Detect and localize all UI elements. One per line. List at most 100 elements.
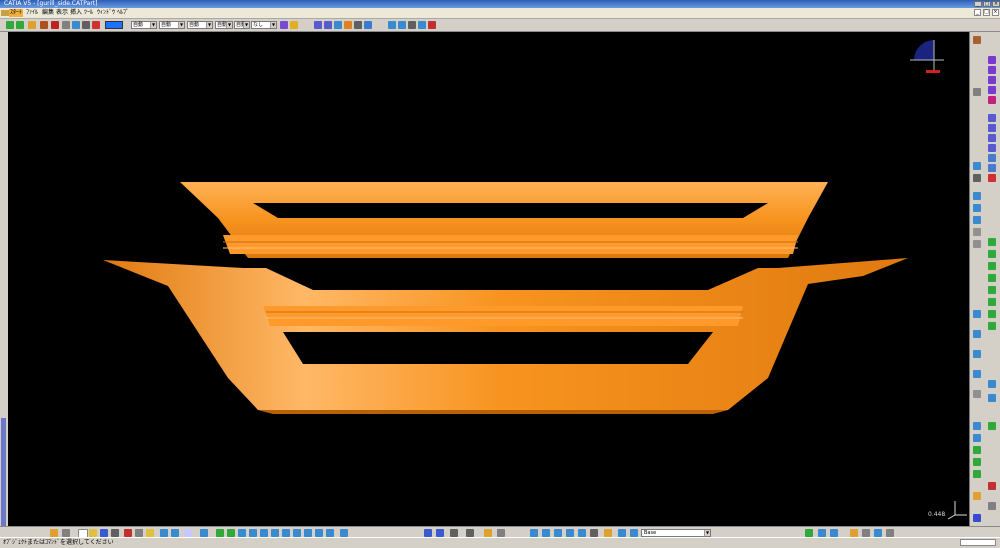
menu-view[interactable]: 表示 <box>55 9 69 17</box>
reference-icon[interactable] <box>973 434 981 442</box>
arrow-icon[interactable] <box>92 21 100 29</box>
image-icon[interactable] <box>874 529 882 537</box>
knowledge-icon[interactable] <box>973 492 981 500</box>
view-icon[interactable] <box>418 21 426 29</box>
draft-analysis-icon[interactable] <box>973 470 981 478</box>
circle-icon[interactable] <box>973 228 981 236</box>
multi-view-icon[interactable] <box>282 529 290 537</box>
help-icon[interactable] <box>184 529 192 537</box>
linetype-combo[interactable]: 自動 ▼ <box>215 21 233 29</box>
copy-icon[interactable] <box>135 529 143 537</box>
thickness-icon[interactable] <box>988 250 996 258</box>
3d-viewport[interactable]: 0.448 <box>8 32 969 526</box>
doc-restore-button[interactable]: □ <box>983 9 990 16</box>
law-icon[interactable] <box>850 529 858 537</box>
menu-help[interactable]: ﾍﾙﾌﾟ <box>116 9 130 17</box>
catalog-icon[interactable] <box>988 482 996 490</box>
hole-icon[interactable] <box>988 96 996 104</box>
fly-mode-icon[interactable] <box>200 529 208 537</box>
scaling-icon[interactable] <box>988 298 996 306</box>
paste-icon[interactable] <box>146 529 154 537</box>
layer-select-combo[interactable]: Base ▼ <box>641 529 711 537</box>
pocket-icon[interactable] <box>988 66 996 74</box>
fillet-icon[interactable] <box>988 154 996 162</box>
layer-filter-icon[interactable] <box>578 529 586 537</box>
paint-brush-icon[interactable] <box>280 21 288 29</box>
color-swatch[interactable] <box>105 21 123 29</box>
menu-insert[interactable]: 挿入 <box>69 9 83 17</box>
options-icon[interactable] <box>886 529 894 537</box>
analyze-icon[interactable] <box>973 446 981 454</box>
measure-item-icon[interactable] <box>436 529 444 537</box>
filter-icon[interactable] <box>554 529 562 537</box>
corner-icon[interactable] <box>973 390 981 398</box>
constraint-icon[interactable] <box>973 162 981 170</box>
open-icon[interactable] <box>89 529 97 537</box>
iso-view-icon[interactable] <box>293 529 301 537</box>
sketcher-icon[interactable] <box>314 21 322 29</box>
point-symbol-combo[interactable]: 自動 ▼ <box>234 21 250 29</box>
curvature-icon[interactable] <box>973 458 981 466</box>
selection-icon[interactable] <box>542 529 550 537</box>
axis-icon[interactable] <box>973 192 981 200</box>
point-icon[interactable] <box>51 21 59 29</box>
spec-tree-icon[interactable] <box>50 529 58 537</box>
split-body-icon[interactable] <box>988 322 996 330</box>
delete-icon[interactable] <box>428 21 436 29</box>
undo-icon[interactable] <box>160 529 168 537</box>
menu-window[interactable]: ｳｨﾝﾄﾞｳ <box>96 9 116 17</box>
macro-icon[interactable] <box>830 529 838 537</box>
properties-icon[interactable] <box>590 529 598 537</box>
slot-icon[interactable] <box>988 124 996 132</box>
mirror-icon[interactable] <box>988 274 996 282</box>
fit-all-icon[interactable] <box>216 529 224 537</box>
command-input[interactable] <box>960 539 996 546</box>
sketch-pencil-icon[interactable] <box>40 21 48 29</box>
split-icon[interactable] <box>364 21 372 29</box>
maximize-button[interactable]: □ <box>983 1 991 7</box>
left-scroll-highlight[interactable] <box>1 418 6 526</box>
shading-icon[interactable] <box>304 529 312 537</box>
loft-icon[interactable] <box>988 134 996 142</box>
draft-icon[interactable] <box>988 174 996 182</box>
pan-icon[interactable] <box>16 21 24 29</box>
apply-material-icon[interactable] <box>988 422 996 430</box>
remove-loft-icon[interactable] <box>988 144 996 152</box>
chamfer-icon[interactable] <box>988 164 996 172</box>
line-icon[interactable] <box>62 21 70 29</box>
catalog-browser-icon[interactable] <box>862 529 870 537</box>
menu-tools[interactable]: ﾂｰﾙ <box>83 9 94 17</box>
thread-icon[interactable] <box>988 262 996 270</box>
snap-icon[interactable] <box>988 394 996 402</box>
workbench-icon[interactable] <box>973 36 981 44</box>
shaft-icon[interactable] <box>988 76 996 84</box>
workbench-switch-icon[interactable] <box>805 529 813 537</box>
rectangle-icon[interactable] <box>973 216 981 224</box>
app-icon[interactable] <box>1 10 9 16</box>
shell-icon[interactable] <box>988 238 996 246</box>
menu-file[interactable]: ﾌｧｲﾙ <box>25 9 39 17</box>
projection-icon[interactable] <box>973 310 981 318</box>
analysis-icon[interactable] <box>388 21 396 29</box>
color-icon[interactable] <box>604 529 612 537</box>
layer-icon[interactable] <box>618 529 626 537</box>
offset-icon[interactable] <box>973 350 981 358</box>
zoom-out-icon[interactable] <box>260 529 268 537</box>
menu-start[interactable]: ｽﾀｰﾄ <box>9 9 24 17</box>
join-icon[interactable] <box>354 21 362 29</box>
fill-icon[interactable] <box>344 21 352 29</box>
hide-show-icon[interactable] <box>315 529 323 537</box>
material-icon[interactable] <box>497 529 505 537</box>
swap-space-icon[interactable] <box>326 529 334 537</box>
sketch-icon[interactable] <box>973 88 981 96</box>
axis-tool-icon[interactable] <box>62 529 70 537</box>
pad-icon[interactable] <box>988 56 996 64</box>
minimize-button[interactable]: _ <box>974 1 982 7</box>
format-painter-icon[interactable] <box>290 21 298 29</box>
measure-between-icon[interactable] <box>424 529 432 537</box>
select-arrow-icon[interactable] <box>6 21 14 29</box>
surface-icon[interactable] <box>334 21 342 29</box>
search-icon[interactable] <box>530 529 538 537</box>
extrude-icon[interactable] <box>324 21 332 29</box>
hand-tool-icon[interactable] <box>28 21 36 29</box>
